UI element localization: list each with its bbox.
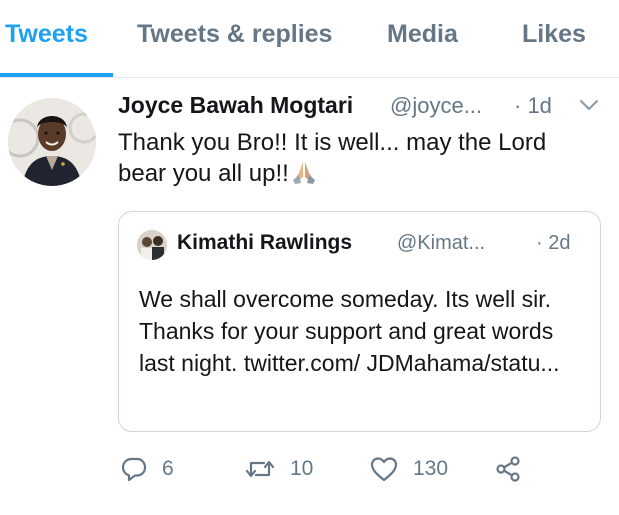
active-tab-indicator [0, 73, 113, 77]
quoted-tweet[interactable]: Kimathi Rawlings @Kimat... · 2d We shall… [118, 211, 601, 432]
retweet-button[interactable]: 10 [244, 452, 313, 486]
folded-hands-emoji-icon [292, 162, 315, 184]
author-handle[interactable]: @joyce... [390, 93, 482, 119]
author-name[interactable]: Joyce Bawah Mogtari [118, 92, 353, 119]
tweet-text: Thank you Bro!! It is well... may the Lo… [118, 127, 598, 189]
profile-tabs: Tweets Tweets & replies Media Likes [0, 0, 619, 78]
avatar-photo [8, 98, 96, 186]
share-icon [496, 456, 520, 482]
like-count: 130 [413, 457, 449, 480]
quoted-author-handle[interactable]: @Kimat... [397, 232, 485, 255]
quoted-avatar [137, 230, 167, 260]
quoted-avatar-photo [137, 230, 167, 260]
tab-tweets-and-replies[interactable]: Tweets & replies [137, 20, 332, 49]
quoted-timestamp[interactable]: · 2d [536, 232, 570, 255]
tab-tweets[interactable]: Tweets [5, 20, 88, 49]
retweet-count: 10 [290, 457, 314, 480]
heart-icon [370, 457, 398, 482]
retweet-icon [245, 460, 275, 478]
tweet-timestamp[interactable]: · 1d [514, 93, 552, 119]
tab-media[interactable]: Media [387, 20, 458, 49]
like-button[interactable]: 130 [369, 452, 448, 486]
tweet-text-content: Thank you Bro!! It is well... may the Lo… [118, 129, 547, 187]
tab-likes[interactable]: Likes [522, 20, 586, 49]
share-button[interactable] [494, 452, 522, 486]
reply-count: 6 [162, 457, 174, 480]
quoted-tweet-text: We shall overcome someday. Its well sir.… [139, 286, 560, 376]
avatar[interactable] [8, 98, 96, 186]
tweet-header: Joyce Bawah Mogtari @joyce... · 1d [118, 92, 608, 126]
profile-timeline: Tweets Tweets & replies Media Likes Joyc… [0, 0, 619, 515]
quoted-author-name[interactable]: Kimathi Rawlings [177, 231, 352, 255]
reply-icon [121, 457, 147, 482]
chevron-down-icon[interactable] [579, 98, 599, 112]
reply-button[interactable]: 6 [120, 452, 174, 486]
